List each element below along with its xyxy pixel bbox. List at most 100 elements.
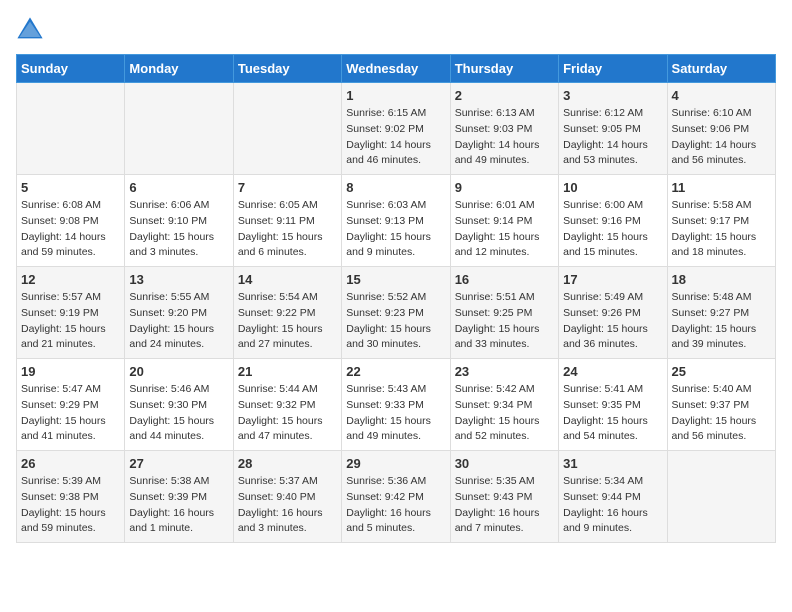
- calendar-week-2: 12Sunrise: 5:57 AM Sunset: 9:19 PM Dayli…: [17, 267, 776, 359]
- day-header-thursday: Thursday: [450, 55, 558, 83]
- calendar-table: SundayMondayTuesdayWednesdayThursdayFrid…: [16, 54, 776, 543]
- day-number: 23: [455, 364, 554, 379]
- day-info: Sunrise: 5:58 AM Sunset: 9:17 PM Dayligh…: [672, 198, 771, 261]
- calendar-cell: 19 Sunrise: 5:47 AM Sunset: 9:29 PM Dayli…: [17, 359, 125, 451]
- calendar-cell: [233, 83, 341, 175]
- calendar-cell: 1Sunrise: 6:15 AM Sunset: 9:02 PM Daylig…: [342, 83, 450, 175]
- day-number: 8: [346, 180, 445, 195]
- calendar-week-4: 26 Sunrise: 5:39 AM Sunset: 9:38 PM Dayli…: [17, 451, 776, 543]
- calendar-cell: 5 Sunrise: 6:08 AM Sunset: 9:08 PM Daylig…: [17, 175, 125, 267]
- day-number: 10: [563, 180, 662, 195]
- day-info: Sunrise: 5:54 AM Sunset: 9:22 PM Dayligh…: [238, 290, 337, 353]
- day-number: 18: [672, 272, 771, 287]
- day-info: Sunrise: 5:55 AM Sunset: 9:20 PM Dayligh…: [129, 290, 228, 353]
- day-number: 11: [672, 180, 771, 195]
- day-number: 25: [672, 364, 771, 379]
- day-info: Sunrise: 5:47 AM Sunset: 9:29 PM Dayligh…: [21, 382, 120, 445]
- calendar-cell: 25 Sunrise: 5:40 AM Sunset: 9:37 PM Dayli…: [667, 359, 775, 451]
- calendar-cell: 3 Sunrise: 6:12 AM Sunset: 9:05 PM Daylig…: [559, 83, 667, 175]
- day-number: 24: [563, 364, 662, 379]
- day-info: Sunrise: 6:12 AM Sunset: 9:05 PM Dayligh…: [563, 106, 662, 169]
- day-number: 21: [238, 364, 337, 379]
- day-header-friday: Friday: [559, 55, 667, 83]
- day-info: Sunrise: 5:38 AM Sunset: 9:39 PM Dayligh…: [129, 474, 228, 537]
- day-info: Sunrise: 5:34 AM Sunset: 9:44 PM Dayligh…: [563, 474, 662, 537]
- day-info: Sunrise: 6:10 AM Sunset: 9:06 PM Dayligh…: [672, 106, 771, 169]
- calendar-cell: 10 Sunrise: 6:00 AM Sunset: 9:16 PM Dayli…: [559, 175, 667, 267]
- day-info: Sunrise: 6:08 AM Sunset: 9:08 PM Dayligh…: [21, 198, 120, 261]
- calendar-cell: [125, 83, 233, 175]
- day-number: 3: [563, 88, 662, 103]
- day-header-wednesday: Wednesday: [342, 55, 450, 83]
- calendar-week-0: 1Sunrise: 6:15 AM Sunset: 9:02 PM Daylig…: [17, 83, 776, 175]
- day-info: Sunrise: 6:05 AM Sunset: 9:11 PM Dayligh…: [238, 198, 337, 261]
- day-number: 29: [346, 456, 445, 471]
- day-number: 31: [563, 456, 662, 471]
- day-header-sunday: Sunday: [17, 55, 125, 83]
- calendar-cell: 21 Sunrise: 5:44 AM Sunset: 9:32 PM Dayli…: [233, 359, 341, 451]
- calendar-cell: 13Sunrise: 5:55 AM Sunset: 9:20 PM Dayli…: [125, 267, 233, 359]
- day-header-monday: Monday: [125, 55, 233, 83]
- day-header-tuesday: Tuesday: [233, 55, 341, 83]
- logo-icon: [16, 16, 44, 44]
- day-info: Sunrise: 5:46 AM Sunset: 9:30 PM Dayligh…: [129, 382, 228, 445]
- calendar-cell: 12Sunrise: 5:57 AM Sunset: 9:19 PM Dayli…: [17, 267, 125, 359]
- day-info: Sunrise: 5:57 AM Sunset: 9:19 PM Dayligh…: [21, 290, 120, 353]
- day-info: Sunrise: 5:43 AM Sunset: 9:33 PM Dayligh…: [346, 382, 445, 445]
- calendar-body: 1Sunrise: 6:15 AM Sunset: 9:02 PM Daylig…: [17, 83, 776, 543]
- day-number: 1: [346, 88, 445, 103]
- day-info: Sunrise: 6:00 AM Sunset: 9:16 PM Dayligh…: [563, 198, 662, 261]
- day-info: Sunrise: 5:44 AM Sunset: 9:32 PM Dayligh…: [238, 382, 337, 445]
- calendar-cell: 27 Sunrise: 5:38 AM Sunset: 9:39 PM Dayli…: [125, 451, 233, 543]
- day-info: Sunrise: 5:41 AM Sunset: 9:35 PM Dayligh…: [563, 382, 662, 445]
- calendar-cell: 4 Sunrise: 6:10 AM Sunset: 9:06 PM Daylig…: [667, 83, 775, 175]
- day-header-saturday: Saturday: [667, 55, 775, 83]
- day-number: 19: [21, 364, 120, 379]
- calendar-cell: 18 Sunrise: 5:48 AM Sunset: 9:27 PM Dayli…: [667, 267, 775, 359]
- days-of-week-row: SundayMondayTuesdayWednesdayThursdayFrid…: [17, 55, 776, 83]
- day-number: 28: [238, 456, 337, 471]
- calendar-cell: 9Sunrise: 6:01 AM Sunset: 9:14 PM Daylig…: [450, 175, 558, 267]
- calendar-cell: 16 Sunrise: 5:51 AM Sunset: 9:25 PM Dayli…: [450, 267, 558, 359]
- day-number: 17: [563, 272, 662, 287]
- day-info: Sunrise: 5:36 AM Sunset: 9:42 PM Dayligh…: [346, 474, 445, 537]
- calendar-cell: 24 Sunrise: 5:41 AM Sunset: 9:35 PM Dayli…: [559, 359, 667, 451]
- calendar-cell: 7 Sunrise: 6:05 AM Sunset: 9:11 PM Daylig…: [233, 175, 341, 267]
- calendar-header: SundayMondayTuesdayWednesdayThursdayFrid…: [17, 55, 776, 83]
- day-info: Sunrise: 5:48 AM Sunset: 9:27 PM Dayligh…: [672, 290, 771, 353]
- calendar-cell: 6Sunrise: 6:06 AM Sunset: 9:10 PM Daylig…: [125, 175, 233, 267]
- calendar-week-1: 5 Sunrise: 6:08 AM Sunset: 9:08 PM Daylig…: [17, 175, 776, 267]
- calendar-cell: 28Sunrise: 5:37 AM Sunset: 9:40 PM Dayli…: [233, 451, 341, 543]
- day-info: Sunrise: 5:35 AM Sunset: 9:43 PM Dayligh…: [455, 474, 554, 537]
- day-info: Sunrise: 6:06 AM Sunset: 9:10 PM Dayligh…: [129, 198, 228, 261]
- calendar-cell: 30 Sunrise: 5:35 AM Sunset: 9:43 PM Dayli…: [450, 451, 558, 543]
- day-number: 7: [238, 180, 337, 195]
- day-info: Sunrise: 6:13 AM Sunset: 9:03 PM Dayligh…: [455, 106, 554, 169]
- calendar-cell: 15 Sunrise: 5:52 AM Sunset: 9:23 PM Dayli…: [342, 267, 450, 359]
- day-number: 16: [455, 272, 554, 287]
- logo: [16, 16, 48, 44]
- day-number: 15: [346, 272, 445, 287]
- calendar-cell: 22 Sunrise: 5:43 AM Sunset: 9:33 PM Dayli…: [342, 359, 450, 451]
- day-info: Sunrise: 5:40 AM Sunset: 9:37 PM Dayligh…: [672, 382, 771, 445]
- calendar-cell: 11 Sunrise: 5:58 AM Sunset: 9:17 PM Dayli…: [667, 175, 775, 267]
- calendar-cell: [17, 83, 125, 175]
- day-number: 27: [129, 456, 228, 471]
- day-number: 30: [455, 456, 554, 471]
- calendar-cell: 29 Sunrise: 5:36 AM Sunset: 9:42 PM Dayli…: [342, 451, 450, 543]
- day-number: 22: [346, 364, 445, 379]
- calendar-cell: 17 Sunrise: 5:49 AM Sunset: 9:26 PM Dayli…: [559, 267, 667, 359]
- calendar-cell: 23 Sunrise: 5:42 AM Sunset: 9:34 PM Dayli…: [450, 359, 558, 451]
- day-info: Sunrise: 5:39 AM Sunset: 9:38 PM Dayligh…: [21, 474, 120, 537]
- day-number: 26: [21, 456, 120, 471]
- day-info: Sunrise: 5:49 AM Sunset: 9:26 PM Dayligh…: [563, 290, 662, 353]
- day-info: Sunrise: 5:51 AM Sunset: 9:25 PM Dayligh…: [455, 290, 554, 353]
- day-number: 2: [455, 88, 554, 103]
- day-info: Sunrise: 5:52 AM Sunset: 9:23 PM Dayligh…: [346, 290, 445, 353]
- day-number: 20: [129, 364, 228, 379]
- day-number: 4: [672, 88, 771, 103]
- calendar-cell: [667, 451, 775, 543]
- day-number: 5: [21, 180, 120, 195]
- calendar-cell: 26 Sunrise: 5:39 AM Sunset: 9:38 PM Dayli…: [17, 451, 125, 543]
- day-info: Sunrise: 5:42 AM Sunset: 9:34 PM Dayligh…: [455, 382, 554, 445]
